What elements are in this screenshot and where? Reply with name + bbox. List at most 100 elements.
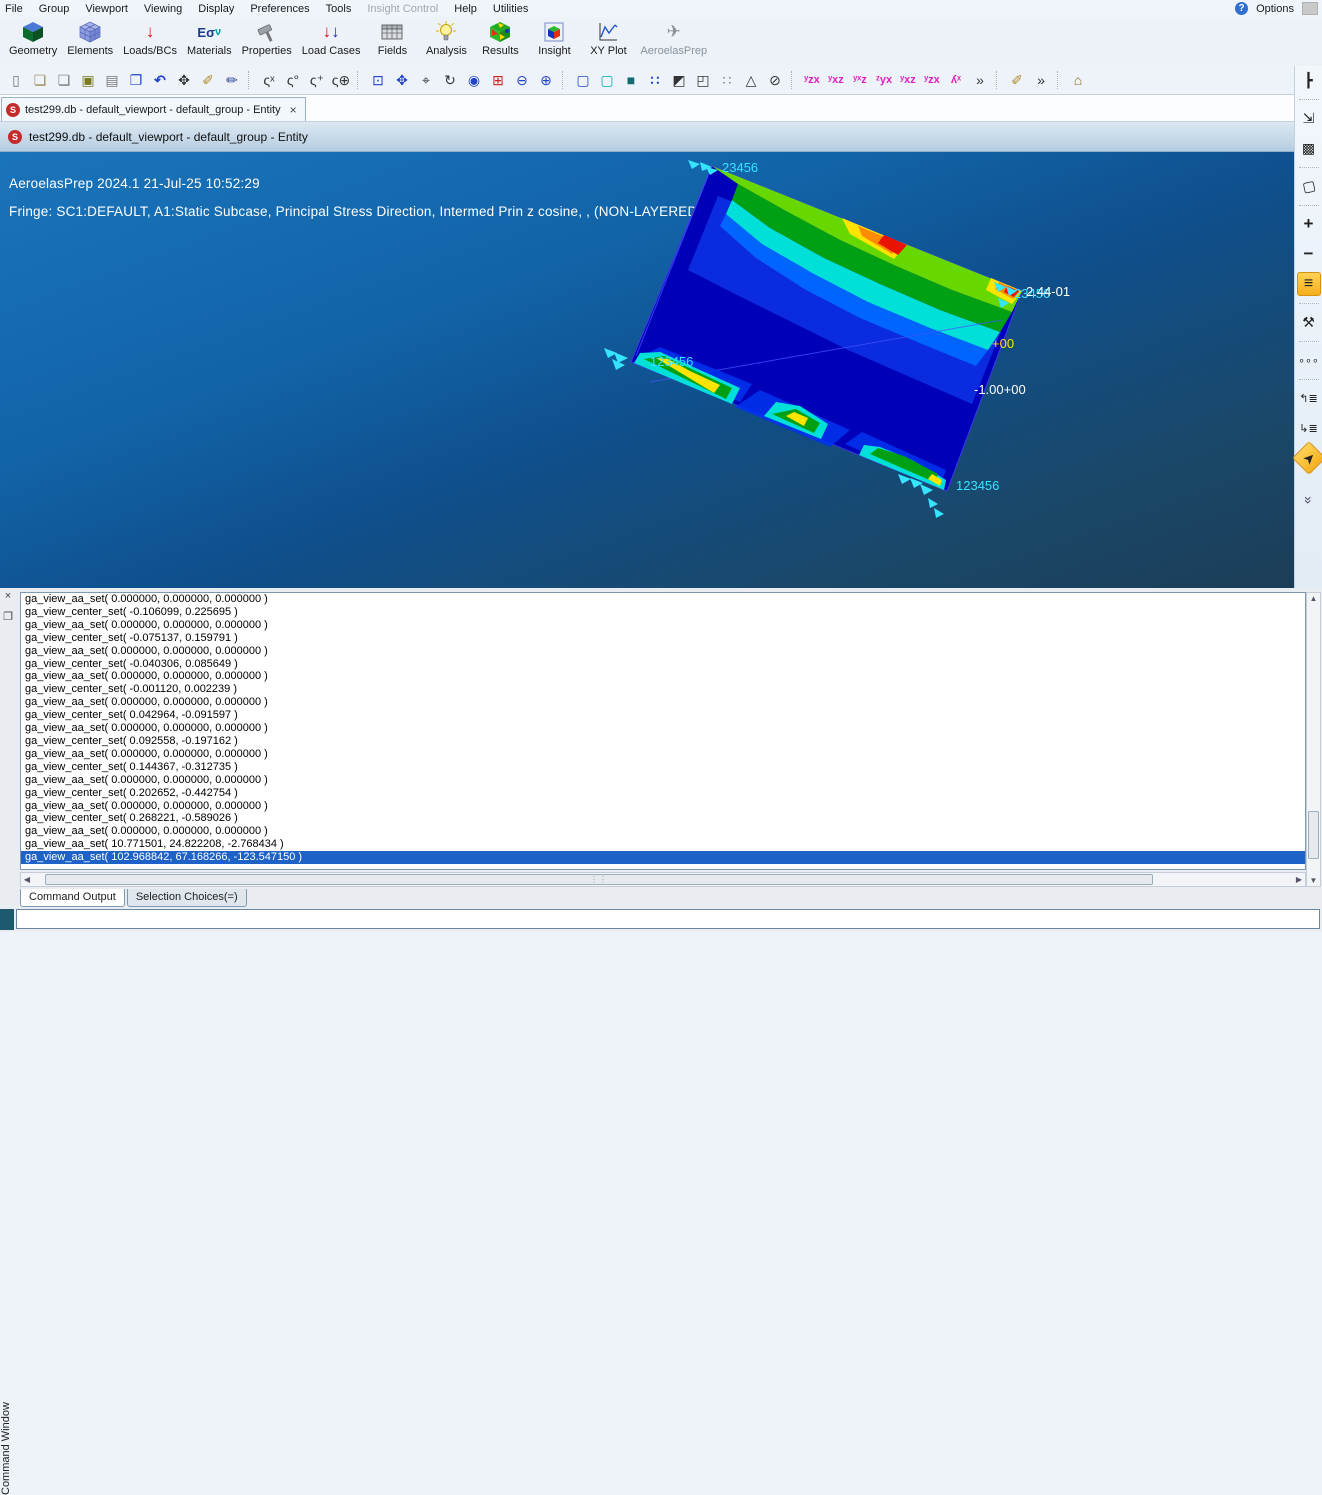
help-icon[interactable]: ? [1235, 2, 1248, 15]
command-line[interactable]: ga_view_center_set( 0.268221, -0.589026 … [21, 812, 1305, 825]
mouse-pick-icon[interactable]: ςˣ [258, 69, 280, 91]
command-line[interactable]: ga_view_aa_set( 0.000000, 0.000000, 0.00… [21, 825, 1305, 838]
center-target-icon[interactable]: ⌖ [415, 69, 437, 91]
scroll-down-icon[interactable]: ▼ [1307, 876, 1320, 885]
menu-item[interactable]: Group [34, 1, 81, 17]
command-float-icon[interactable]: ❐ [3, 610, 13, 623]
analysis-button[interactable]: Analysis [419, 17, 473, 63]
translate-view-icon[interactable]: ✥ [391, 69, 413, 91]
more-edit-icon[interactable]: » [1030, 69, 1052, 91]
command-vertical-scrollbar[interactable]: ▲ ▼ [1306, 592, 1321, 887]
command-line[interactable]: ga_view_center_set( 0.092558, -0.197162 … [21, 735, 1305, 748]
view-iso-icon[interactable]: ʎˣ [945, 69, 967, 91]
edit-pencil-icon[interactable]: ✐ [1006, 69, 1028, 91]
view-yxz-icon[interactable]: ʸxz [825, 69, 847, 91]
command-line[interactable]: ga_view_aa_set( 0.000000, 0.000000, 0.00… [21, 748, 1305, 761]
fields-button[interactable]: Fields [365, 17, 419, 63]
command-line[interactable]: ga_view_aa_set( 0.000000, 0.000000, 0.00… [21, 696, 1305, 709]
geometry-button[interactable]: Geometry [4, 17, 62, 63]
paintbrush-icon[interactable]: ✐ [197, 69, 219, 91]
wireframe-cube-icon[interactable]: ▢ [572, 69, 594, 91]
command-line[interactable]: ga_view_aa_set( 0.000000, 0.000000, 0.00… [21, 619, 1305, 632]
command-line[interactable]: ga_view_aa_set( 102.968842, 67.168266, -… [21, 851, 1305, 864]
command-line[interactable]: ga_view_center_set( 0.202652, -0.442754 … [21, 787, 1305, 800]
command-line[interactable]: ga_view_center_set( -0.040306, 0.085649 … [21, 658, 1305, 671]
command-line[interactable]: ga_view_center_set( 0.042964, -0.091597 … [21, 709, 1305, 722]
select-rings-icon[interactable]: ∘∘∘ [1297, 348, 1321, 372]
rotate-view-icon[interactable]: ↻ [439, 69, 461, 91]
viewport-titlebar[interactable]: S test299.db - default_viewport - defaul… [0, 122, 1294, 152]
view-xz-icon[interactable]: ʸxz [897, 69, 919, 91]
command-line[interactable]: ga_view_aa_set( 0.000000, 0.000000, 0.00… [21, 645, 1305, 658]
options-menu[interactable]: Options [1256, 3, 1294, 15]
shaded-cube-icon[interactable]: ■ [620, 69, 642, 91]
shrink-elements-icon[interactable]: ◩ [668, 69, 690, 91]
menu-item[interactable]: Tools [321, 1, 363, 17]
triangle-marker-icon[interactable]: △ [740, 69, 762, 91]
fem-model-plot[interactable]: 23456 123456 123456 23456 2.44-01 +00 -1… [0, 152, 1294, 588]
command-line[interactable]: ga_view_center_set( -0.075137, 0.159791 … [21, 632, 1305, 645]
tab-close-icon[interactable]: × [290, 103, 297, 117]
xy-plot-button[interactable]: XY Plot [581, 17, 635, 63]
tab-selection-choices[interactable]: Selection Choices(=) [127, 889, 247, 907]
pattern-box-icon[interactable]: ▩ [1297, 136, 1321, 160]
copy-icon[interactable]: ❐ [125, 69, 147, 91]
print-icon[interactable]: ▤ [101, 69, 123, 91]
command-line[interactable]: ga_view_aa_set( 0.000000, 0.000000, 0.00… [21, 670, 1305, 683]
mouse-translate-icon[interactable]: ς⁺ [306, 69, 328, 91]
zoom-out-minus-icon[interactable]: − [1297, 242, 1321, 266]
menu-item[interactable]: Display [193, 1, 245, 17]
command-input[interactable] [16, 909, 1320, 929]
menu-item[interactable]: Preferences [245, 1, 320, 17]
scroll-right-icon[interactable]: ▶ [1293, 875, 1305, 884]
command-line[interactable]: ga_view_center_set( 0.144367, -0.312735 … [21, 761, 1305, 774]
more-views-icon[interactable]: » [969, 69, 991, 91]
new-file-icon[interactable]: ▯ [5, 69, 27, 91]
scrollbar-thumb[interactable]: ⋮⋮ [45, 874, 1153, 885]
view-yxz-top-icon[interactable]: ʸˣz [849, 69, 871, 91]
mouse-rotate-icon[interactable]: ς° [282, 69, 304, 91]
elements-button[interactable]: Elements [62, 17, 118, 63]
insight-button[interactable]: Insight [527, 17, 581, 63]
zoom-in-icon[interactable]: ⊕ [535, 69, 557, 91]
loads-bcs-button[interactable]: ↓ Loads/BCs [118, 17, 182, 63]
label-arrow-icon[interactable]: ◰ [692, 69, 714, 91]
save-icon[interactable]: ▣ [77, 69, 99, 91]
repair-tools-icon[interactable]: ⚒ [1297, 310, 1321, 334]
resize-swap-icon[interactable]: ⇲ [1297, 106, 1321, 130]
zoom-in-plus-icon[interactable]: + [1297, 212, 1321, 236]
view-zyx-icon[interactable]: ᶻyx [873, 69, 895, 91]
results-button[interactable]: Results [473, 17, 527, 63]
aeroelasprep-button[interactable]: ✈ AeroelasPrep [635, 17, 712, 63]
view-yzx-icon[interactable]: ʸzx [801, 69, 823, 91]
view-zx-icon[interactable]: ʸzx [921, 69, 943, 91]
command-close-icon[interactable]: × [5, 590, 11, 602]
model-tree-icon[interactable]: ┣ [1297, 68, 1321, 92]
home-icon[interactable]: ⌂ [1067, 69, 1089, 91]
zoom-out-icon[interactable]: ⊖ [511, 69, 533, 91]
tab-command-output[interactable]: Command Output [20, 889, 125, 907]
command-line[interactable]: ga_view_aa_set( 0.000000, 0.000000, 0.00… [21, 722, 1305, 735]
fit-view-icon[interactable]: ⊡ [367, 69, 389, 91]
menu-item[interactable]: Viewing [139, 1, 193, 17]
command-line[interactable]: ga_view_center_set( -0.001120, 0.002239 … [21, 683, 1305, 696]
list-copy-up-icon[interactable]: ↰≣ [1297, 386, 1321, 410]
scrollbar-thumb[interactable] [1308, 811, 1319, 859]
command-line[interactable]: ga_view_center_set( -0.106099, 0.225695 … [21, 606, 1305, 619]
menu-item[interactable]: Insight Control [362, 1, 449, 17]
database-tab[interactable]: S test299.db - default_viewport - defaul… [1, 97, 306, 121]
hiddenline-cube-icon[interactable]: ▢ [596, 69, 618, 91]
list-copy-down-icon[interactable]: ↳≣ [1297, 416, 1321, 440]
select-cursor-icon[interactable]: ➤ [1292, 441, 1322, 475]
command-lines[interactable]: ga_view_aa_set( 0.000000, 0.000000, 0.00… [20, 592, 1306, 870]
command-line[interactable]: ga_view_aa_set( 0.000000, 0.000000, 0.00… [21, 800, 1305, 813]
pan-hand-icon[interactable]: ✥ [173, 69, 195, 91]
window-control-chip[interactable] [1302, 2, 1318, 15]
collapse-chevron-icon[interactable]: » [1297, 488, 1321, 512]
mouse-zoom-icon[interactable]: ς⊕ [330, 69, 352, 91]
command-line[interactable]: ga_view_aa_set( 0.000000, 0.000000, 0.00… [21, 593, 1305, 606]
hide-brush-icon[interactable]: ✏ [221, 69, 243, 91]
command-line[interactable]: ga_view_aa_set( 0.000000, 0.000000, 0.00… [21, 774, 1305, 787]
menu-item[interactable]: Viewport [80, 1, 139, 17]
menu-item[interactable]: File [0, 1, 34, 17]
